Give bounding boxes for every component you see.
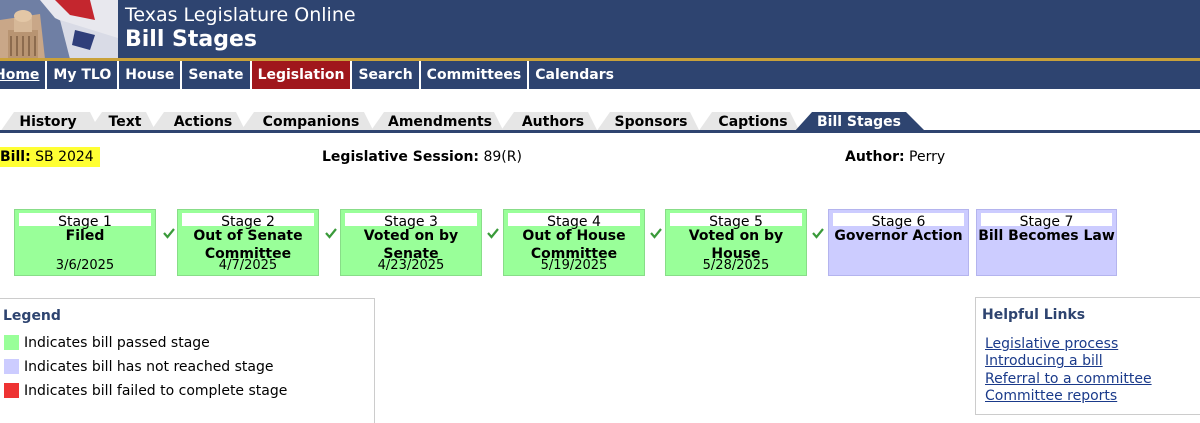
stage-number: Stage 5 bbox=[670, 213, 802, 230]
tab-actions[interactable]: Actions bbox=[168, 112, 238, 132]
helpful-links-panel: Helpful Links Legislative process Introd… bbox=[975, 297, 1200, 415]
nav-my-tlo[interactable]: My TLO bbox=[47, 61, 120, 89]
stage-name: Filed bbox=[65, 228, 105, 244]
tab-authors[interactable]: Authors bbox=[516, 112, 590, 132]
nav-calendars[interactable]: Calendars bbox=[529, 61, 620, 89]
author-label: Author: bbox=[845, 149, 905, 165]
stage-number: Stage 7 bbox=[981, 213, 1112, 230]
session-value: 89(R) bbox=[483, 149, 522, 165]
failed-swatch bbox=[4, 383, 19, 398]
not-reached-swatch bbox=[4, 359, 19, 374]
author-value: Perry bbox=[909, 149, 946, 165]
stage-6: Stage 6 Governor Action bbox=[828, 209, 969, 276]
nav-search[interactable]: Search bbox=[352, 61, 421, 89]
checkmark-icon bbox=[487, 228, 499, 239]
stage-date: 4/23/2025 bbox=[377, 258, 445, 273]
stage-3: Stage 3 Voted on by Senate 4/23/2025 bbox=[340, 209, 482, 276]
site-header: Texas Legislature Online Bill Stages bbox=[0, 0, 1200, 59]
stage-4: Stage 4 Out of House Committee 5/19/2025 bbox=[503, 209, 645, 276]
nav-senate[interactable]: Senate bbox=[182, 61, 252, 89]
tab-amendments[interactable]: Amendments bbox=[384, 112, 496, 132]
legend-panel: Legend Indicates bill passed stage Indic… bbox=[0, 298, 375, 423]
stage-date: 5/19/2025 bbox=[540, 258, 608, 273]
stage-number: Stage 3 bbox=[345, 213, 477, 230]
stage-2: Stage 2 Out of Senate Committee 4/7/2025 bbox=[177, 209, 319, 276]
bill-author: Author: Perry bbox=[845, 148, 945, 166]
nav-committees[interactable]: Committees bbox=[421, 61, 530, 89]
link-legislative-process[interactable]: Legislative process bbox=[985, 336, 1118, 353]
bill-number: SB 2024 bbox=[35, 149, 94, 165]
stage-1: Stage 1 Filed 3/6/2025 bbox=[14, 209, 156, 276]
stage-number: Stage 6 bbox=[833, 213, 964, 230]
nav-legislation[interactable]: Legislation bbox=[251, 61, 353, 89]
passed-swatch bbox=[4, 335, 19, 350]
checkmark-icon bbox=[812, 228, 824, 239]
link-referral-committee[interactable]: Referral to a committee bbox=[985, 371, 1152, 388]
stage-date: 3/6/2025 bbox=[55, 258, 115, 273]
checkmark-icon bbox=[650, 228, 662, 239]
nav-home[interactable]: Home bbox=[0, 61, 48, 89]
legend-title: Legend bbox=[3, 308, 61, 324]
stage-number: Stage 1 bbox=[19, 213, 151, 230]
tab-sponsors[interactable]: Sponsors bbox=[610, 112, 692, 132]
site-title: Texas Legislature Online bbox=[125, 4, 356, 26]
bill-number-badge: Bill: SB 2024 bbox=[0, 147, 100, 167]
session-label: Legislative Session: bbox=[322, 149, 480, 165]
link-committee-reports[interactable]: Committee reports bbox=[985, 388, 1117, 405]
stage-7: Stage 7 Bill Becomes Law bbox=[976, 209, 1117, 276]
legislative-session: Legislative Session: 89(R) bbox=[322, 148, 522, 166]
stage-date: 5/28/2025 bbox=[702, 258, 770, 273]
helpful-links-title: Helpful Links bbox=[982, 307, 1086, 323]
stage-name: Governor Action bbox=[834, 228, 963, 244]
legend-text: Indicates bill passed stage bbox=[24, 335, 210, 351]
legend-text: Indicates bill has not reached stage bbox=[24, 359, 274, 375]
checkmark-icon bbox=[163, 228, 175, 239]
tab-bill-stages[interactable]: Bill Stages bbox=[812, 112, 906, 132]
tab-history[interactable]: History bbox=[14, 112, 82, 132]
stage-number: Stage 4 bbox=[508, 213, 640, 230]
stage-name: Bill Becomes Law bbox=[978, 228, 1115, 244]
bill-label: Bill: bbox=[0, 149, 31, 165]
tab-companions[interactable]: Companions bbox=[258, 112, 364, 132]
tab-text[interactable]: Text bbox=[104, 112, 146, 132]
tab-captions[interactable]: Captions bbox=[712, 112, 794, 132]
stage-number: Stage 2 bbox=[182, 213, 314, 230]
page-title: Bill Stages bbox=[125, 27, 258, 52]
checkmark-icon bbox=[325, 228, 337, 239]
stage-date: 4/7/2025 bbox=[218, 258, 278, 273]
main-navigation: Home My TLO House Senate Legislation Sea… bbox=[0, 61, 1200, 89]
nav-house[interactable]: House bbox=[119, 61, 183, 89]
stage-5: Stage 5 Voted on by House 5/28/2025 bbox=[665, 209, 807, 276]
link-introducing-bill[interactable]: Introducing a bill bbox=[985, 353, 1103, 370]
capitol-flag-logo bbox=[0, 0, 118, 59]
legend-text: Indicates bill failed to complete stage bbox=[24, 383, 288, 399]
